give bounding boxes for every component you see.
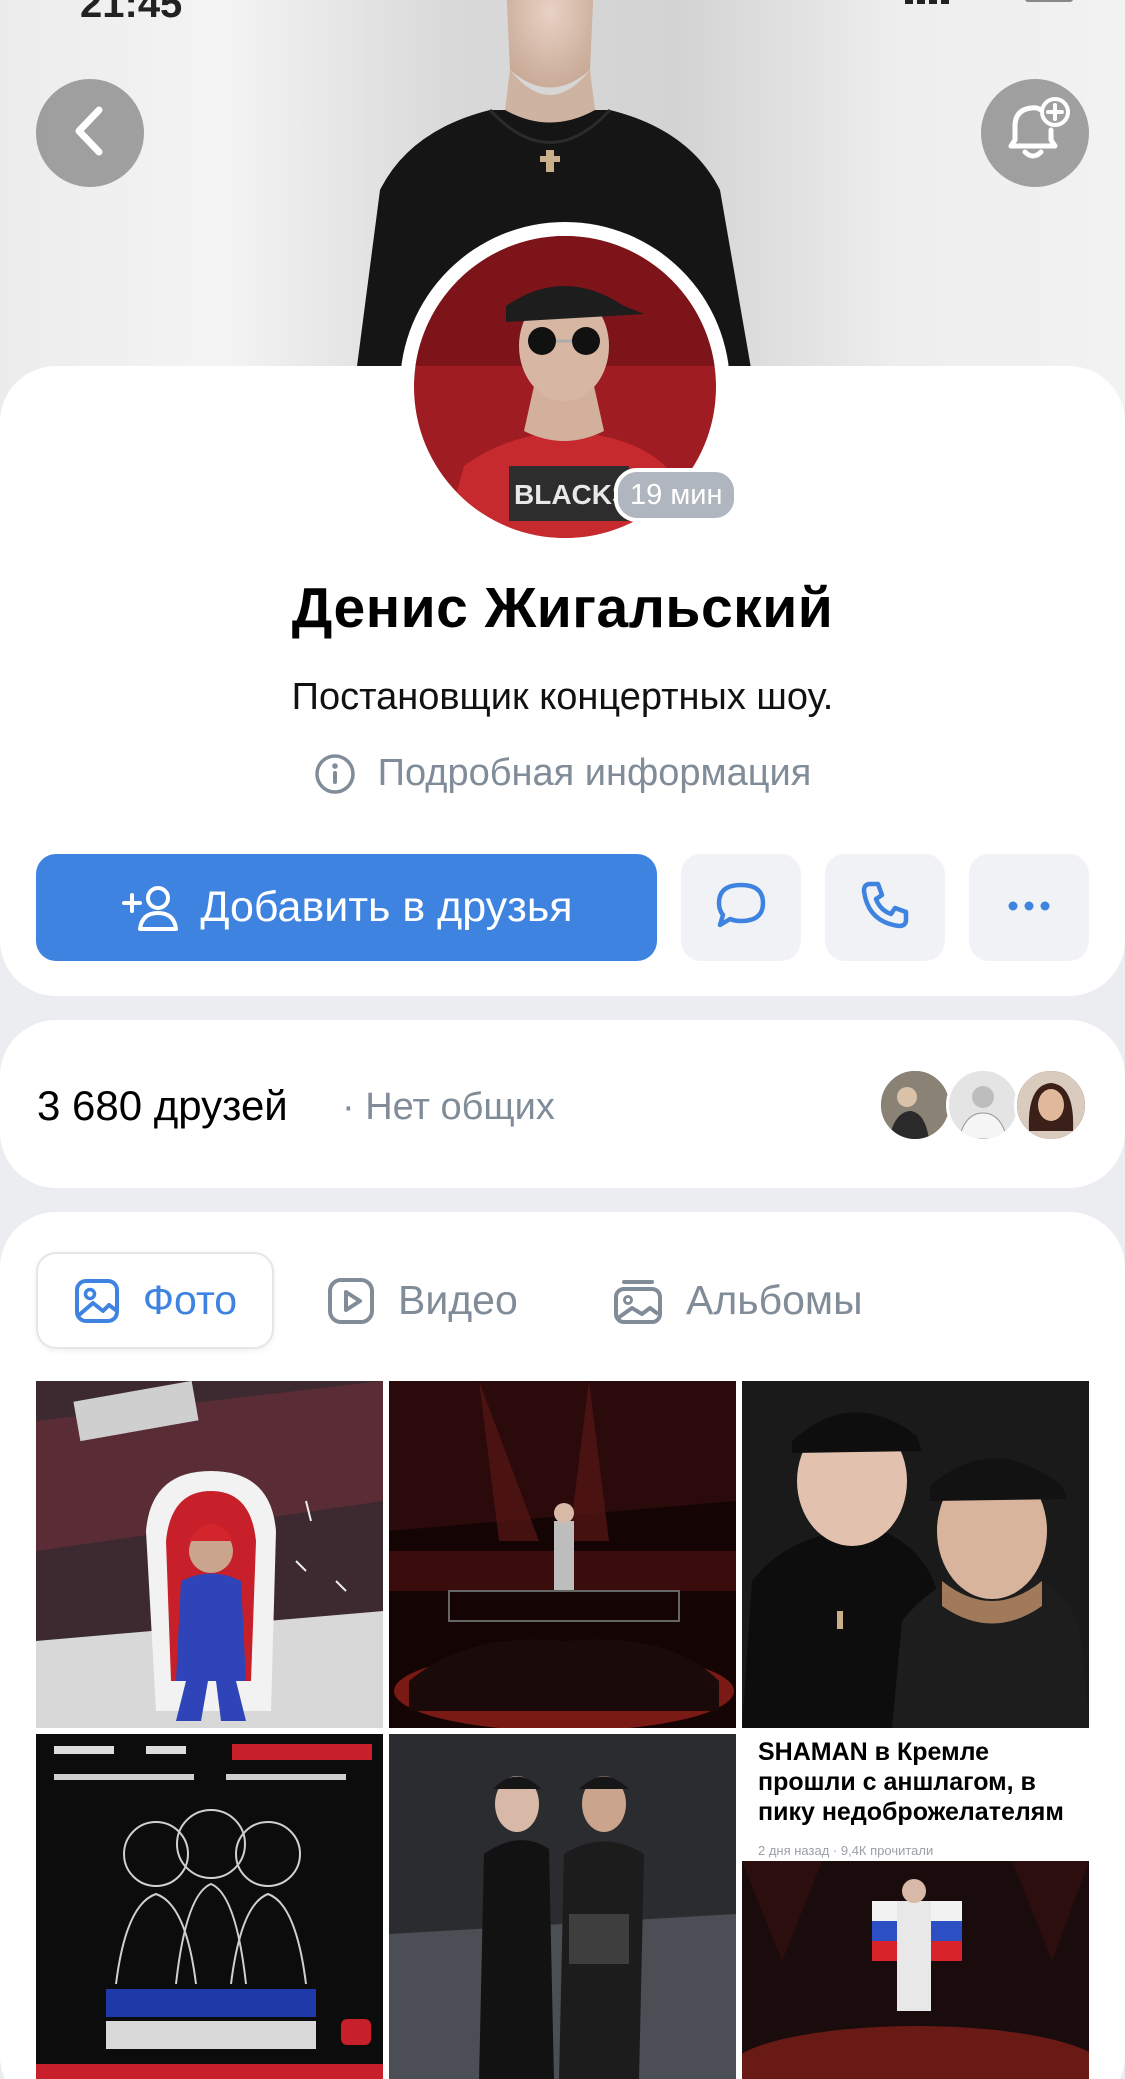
news-meta: 2 дня назад · 9,4К прочитали <box>758 1843 934 1858</box>
more-icon <box>1007 899 1051 917</box>
photo-icon <box>73 1277 121 1325</box>
friend-avatar <box>1014 1068 1088 1142</box>
mutual-friends: · Нет общих <box>342 1086 555 1128</box>
photo-thumbnail[interactable] <box>389 1381 736 1728</box>
more-info-link[interactable]: Подробная информация <box>0 752 1125 795</box>
online-status-badge: 19 мин <box>614 468 739 522</box>
friend-avatar <box>946 1068 1020 1142</box>
tab-label: Альбомы <box>686 1277 863 1323</box>
call-button[interactable] <box>825 854 945 961</box>
news-title: SHAMAN в Кремле прошли с аншлагом, в пик… <box>758 1738 1064 1826</box>
albums-icon <box>612 1276 664 1326</box>
photo-thumbnail[interactable] <box>742 1381 1089 1728</box>
message-button[interactable] <box>681 854 801 961</box>
back-icon <box>67 104 113 163</box>
subscribe-notifications-button[interactable] <box>981 79 1089 187</box>
back-button[interactable] <box>36 79 144 187</box>
more-actions-button[interactable] <box>969 854 1089 961</box>
message-icon <box>713 879 769 936</box>
phone-icon <box>858 878 912 937</box>
tab-label: Видео <box>398 1277 518 1323</box>
photo-thumbnail[interactable] <box>36 1734 383 2079</box>
photo-thumbnail[interactable] <box>36 1381 383 1728</box>
news-text: SHAMAN в Кремле прошли с аншлагом, в пик… <box>758 1737 1078 1858</box>
bell-plus-icon <box>997 96 1073 171</box>
tab-albums[interactable]: Альбомы <box>612 1252 863 1349</box>
friends-card[interactable]: 3 680 друзей · Нет общих <box>0 1020 1125 1188</box>
tab-video[interactable]: Видео <box>326 1252 518 1349</box>
video-icon <box>326 1276 376 1326</box>
profile-status: Постановщик концертных шоу. <box>291 676 834 718</box>
profile-name: Денис Жигальский <box>291 576 834 640</box>
info-icon <box>314 753 356 795</box>
photo-thumbnail[interactable] <box>389 1734 736 2079</box>
tab-photo[interactable]: Фото <box>36 1252 274 1349</box>
status-bar-time: 21:45 <box>80 0 183 26</box>
more-info-label: Подробная информация <box>377 752 812 794</box>
add-user-icon <box>120 883 180 933</box>
add-friend-button[interactable]: Добавить в друзья <box>36 854 657 961</box>
tab-label: Фото <box>142 1277 238 1323</box>
add-friend-label: Добавить в друзья <box>200 883 573 931</box>
friends-count: 3 680 друзей <box>37 1082 288 1129</box>
status-bar-indicators <box>905 0 1073 4</box>
friend-avatar <box>878 1068 952 1142</box>
